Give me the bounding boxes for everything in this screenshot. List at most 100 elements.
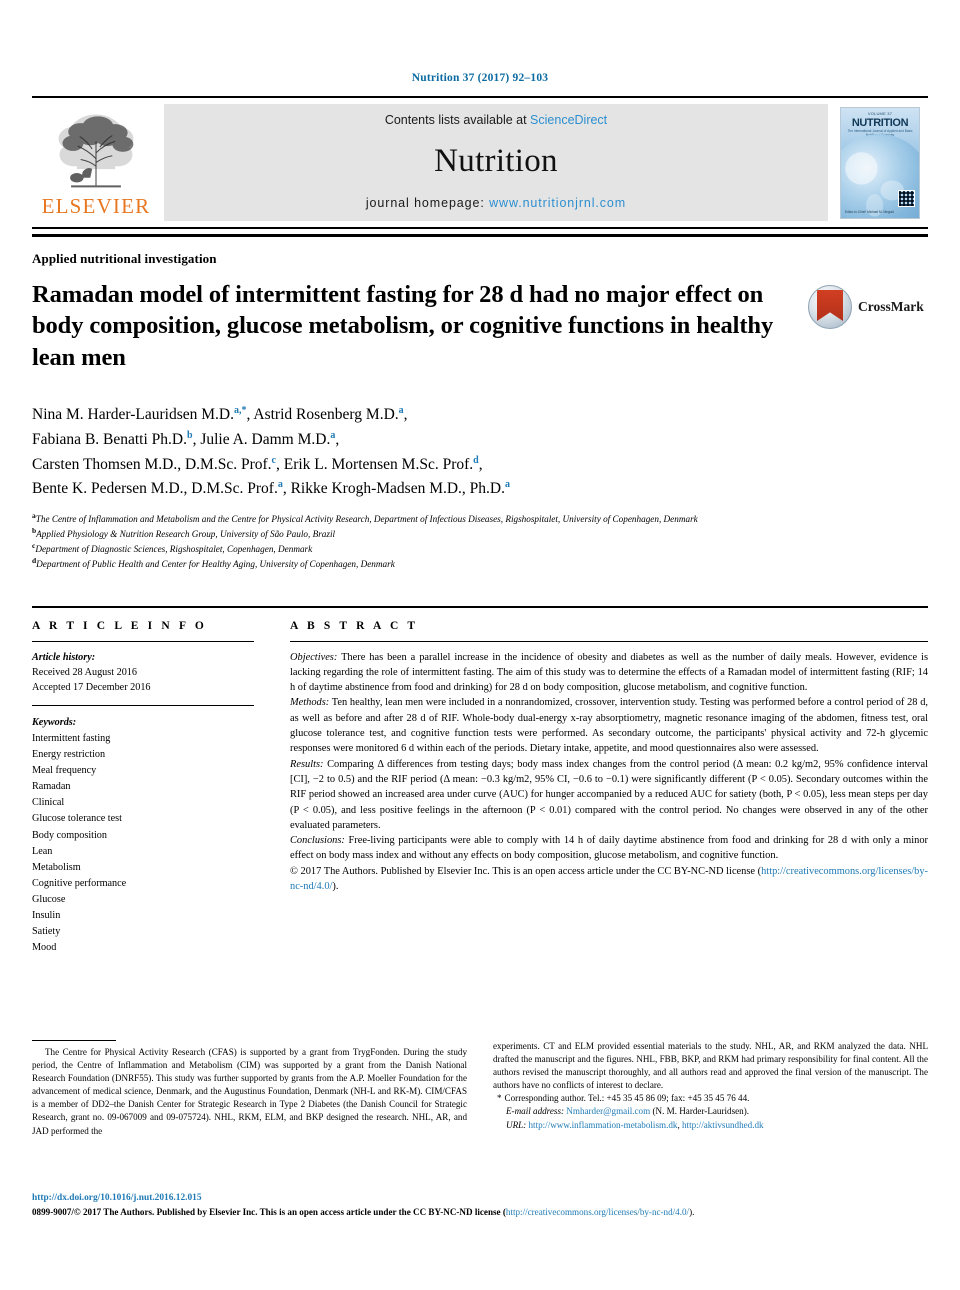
affiliation-item: dDepartment of Public Health and Center …	[32, 556, 928, 571]
sciencedirect-link[interactable]: ScienceDirect	[530, 113, 607, 127]
affiliation-marker: a	[398, 405, 404, 417]
cover-editor-line: Editor-in-Chief: Michael M. Meguid	[845, 209, 894, 214]
accepted-date: Accepted 17 December 2016	[32, 681, 151, 693]
project-url-link[interactable]: http://aktivsundhed.dk	[682, 1120, 764, 1130]
keywords-label: Keywords:	[32, 716, 77, 728]
article-info-column: A R T I C L E I N F O Article history: R…	[32, 608, 280, 957]
abstract-body: Objectives: There has been a parallel in…	[290, 650, 928, 895]
affiliation-item: aThe Centre of Inflammation and Metaboli…	[32, 511, 928, 526]
elsevier-wordmark: ELSEVIER	[41, 194, 151, 218]
list-item: Lean	[32, 845, 53, 857]
funding-note-column: The Centre for Physical Activity Researc…	[32, 1040, 467, 1138]
list-item: Insulin	[32, 910, 61, 922]
list-item: Metabolism	[32, 861, 81, 873]
homepage-prefix: journal homepage:	[365, 196, 490, 210]
abstract-conclusions: Conclusions: Free-living participants we…	[290, 833, 928, 864]
footnotes-region: The Centre for Physical Activity Researc…	[32, 1040, 928, 1138]
masthead-center-panel: Contents lists available at ScienceDirec…	[164, 104, 828, 221]
url-label: URL:	[506, 1119, 527, 1130]
masthead-bottom-rule	[32, 234, 928, 237]
results-text: Comparing Δ differences from testing day…	[290, 758, 928, 831]
methods-label: Methods:	[290, 697, 330, 709]
page-footer: http://dx.doi.org/10.1016/j.nut.2016.12.…	[32, 1192, 928, 1219]
elsevier-tree-icon	[58, 114, 134, 188]
lab-url-link[interactable]: http://www.inflammation-metabolism.dk	[529, 1120, 678, 1130]
journal-article-page: Nutrition 37 (2017) 92–103 ELSEVIER Cont…	[0, 0, 960, 1290]
footnote-rule	[32, 1040, 116, 1041]
affiliation-text: The Centre of Inflammation and Metabolis…	[35, 514, 698, 525]
abstract-copyright: © 2017 The Authors. Published by Elsevie…	[290, 864, 928, 895]
crossmark-badge[interactable]: CrossMark	[808, 285, 928, 329]
conclusions-label: Conclusions:	[290, 835, 345, 847]
title-row: Ramadan model of intermittent fasting fo…	[32, 267, 928, 389]
page-title: Ramadan model of intermittent fasting fo…	[32, 281, 774, 371]
qr-code-icon	[898, 189, 915, 207]
objectives-label: Objectives:	[290, 651, 338, 663]
affiliation-marker: a	[277, 479, 283, 491]
journal-title: Nutrition	[434, 143, 558, 179]
list-item: Glucose	[32, 894, 66, 906]
cover-volume: VOLUME 37	[867, 110, 893, 116]
title-block: Ramadan model of intermittent fasting fo…	[32, 267, 808, 389]
elsevier-logo: ELSEVIER	[32, 98, 160, 227]
funding-note: The Centre for Physical Activity Researc…	[32, 1047, 467, 1136]
running-head: Nutrition 37 (2017) 92–103	[411, 72, 549, 84]
contents-lists-line: Contents lists available at ScienceDirec…	[385, 113, 607, 127]
doi-link[interactable]: http://dx.doi.org/10.1016/j.nut.2016.12.…	[32, 1192, 928, 1206]
received-date: Received 28 August 2016	[32, 666, 137, 678]
list-item: Mood	[32, 942, 57, 954]
contributions-note: experiments. CT and ELM provided essenti…	[493, 1041, 928, 1091]
contents-prefix: Contents lists available at	[384, 113, 531, 127]
issn-prefix: 0899-9007/© 2017 The Authors. Published …	[32, 1206, 506, 1217]
divider	[32, 704, 254, 706]
email-label: E-mail address:	[506, 1106, 565, 1117]
divider	[290, 640, 928, 642]
affiliation-marker: b	[187, 430, 193, 442]
affiliation-item: bApplied Physiology & Nutrition Research…	[32, 526, 928, 541]
copyright-text: © 2017 The Authors. Published by Elsevie…	[290, 865, 762, 877]
corresponding-author-note: * Corresponding author. Tel.: +45 35 45 8…	[493, 1092, 928, 1105]
crossmark-label: CrossMark	[858, 299, 924, 314]
list-item: Ramadan	[32, 781, 71, 793]
affiliation-marker: a,*	[234, 405, 247, 417]
affiliation-text: Department of Public Health and Center f…	[36, 559, 395, 570]
affiliation-text: Department of Diagnostic Sciences, Rigsh…	[35, 544, 313, 555]
affiliation-text: Applied Physiology & Nutrition Research …	[36, 529, 336, 540]
divider	[32, 640, 254, 642]
issn-tail: ).	[689, 1206, 695, 1217]
abstract-results: Results: Comparing Δ differences from te…	[290, 757, 928, 833]
affiliation-marker: a	[504, 479, 510, 491]
url-separator: ,	[677, 1119, 680, 1130]
email-link[interactable]: Nmharder@gmail.com	[566, 1106, 650, 1116]
journal-homepage-line: journal homepage: www.nutritionjrnl.com	[366, 196, 626, 210]
journal-homepage-link[interactable]: www.nutritionjrnl.com	[489, 196, 626, 210]
article-section-label: Applied nutritional investigation	[32, 251, 217, 266]
cover-title: NUTRITION	[851, 116, 909, 129]
email-note: E-mail address: Nmharder@gmail.com (N. M…	[493, 1105, 928, 1118]
list-item: Cognitive performance	[32, 877, 127, 889]
abstract-objectives: Objectives: There has been a parallel in…	[290, 650, 928, 696]
abstract-heading: A B S T R A C T	[290, 619, 419, 632]
info-abstract-region: A R T I C L E I N F O Article history: R…	[32, 605, 928, 957]
abstract-methods: Methods: Ten healthy, lean men were incl…	[290, 695, 928, 756]
corresponding-marker: *	[497, 1093, 502, 1104]
footer-license-link[interactable]: http://creativecommons.org/licenses/by-n…	[506, 1207, 689, 1217]
list-item: Satiety	[32, 926, 61, 938]
contributions-note-column: experiments. CT and ELM provided essenti…	[493, 1040, 928, 1138]
affiliation-marker: d	[473, 454, 479, 466]
affiliation-marker: a	[330, 430, 336, 442]
list-item: Meal frequency	[32, 765, 97, 777]
crossmark-icon	[808, 285, 852, 329]
abstract-column: A B S T R A C T Objectives: There has be…	[280, 608, 928, 957]
list-item: Body composition	[32, 829, 107, 841]
email-owner: (N. M. Harder-Lauridsen).	[652, 1106, 749, 1117]
copyright-tail: ).	[332, 881, 339, 892]
author-line: Nina M. Harder-Lauridsen M.D.a,*, Astrid…	[32, 405, 408, 424]
list-item: Glucose tolerance test	[32, 813, 122, 825]
journal-masthead: ELSEVIER Contents lists available at Sci…	[32, 96, 928, 229]
affiliation-marker: c	[271, 454, 276, 466]
corresponding-text: Corresponding author. Tel.: +45 35 45 86…	[504, 1093, 750, 1104]
author-list: Nina M. Harder-Lauridsen M.D.a,*, Astrid…	[32, 403, 928, 502]
methods-text: Ten healthy, lean men were included in a…	[290, 697, 928, 755]
article-info-heading: A R T I C L E I N F O	[32, 619, 207, 632]
